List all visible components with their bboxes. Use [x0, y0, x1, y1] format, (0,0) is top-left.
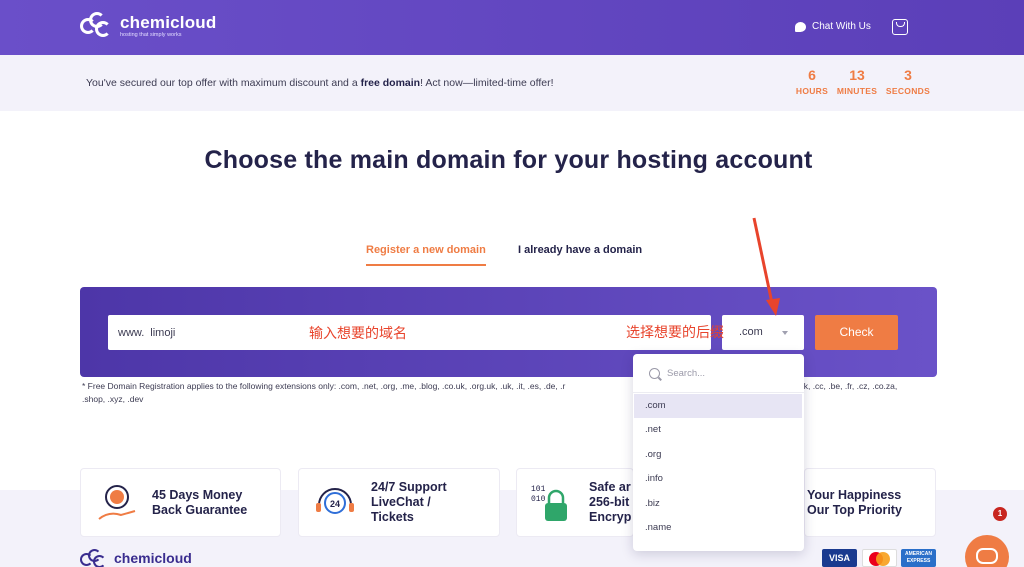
live-chat-button[interactable] [965, 535, 1009, 567]
countdown-hours: 6 HOURS [792, 67, 832, 96]
site-header: chemicloud hosting that simply works Cha… [0, 0, 1024, 55]
chat-bubble-icon [976, 548, 998, 564]
countdown-minutes-value: 13 [849, 67, 865, 83]
chemicloud-logo-icon [80, 549, 108, 567]
tld-selected-value: .com [739, 326, 763, 338]
countdown-seconds: 3 SECONDS [883, 67, 933, 96]
feature-title-line: 24/7 Support [371, 480, 447, 494]
countdown-minutes-unit: MINUTES [836, 86, 878, 96]
tld-option-org[interactable]: .org [634, 443, 802, 467]
check-button[interactable]: Check [815, 315, 898, 350]
countdown-hours-unit: HOURS [795, 86, 829, 96]
chat-with-us-link[interactable]: Chat With Us [795, 21, 871, 32]
tab-register-new-domain[interactable]: Register a new domain [366, 244, 486, 266]
countdown-seconds-value: 3 [904, 67, 912, 83]
chemicloud-logo-icon [80, 12, 114, 40]
chat-label: Chat With Us [812, 21, 871, 32]
disclaimer-line-1-tail: dk, .cc, .be, .fr, .cz, .co.za, [799, 381, 898, 391]
countdown-seconds-unit: SECONDS [885, 86, 931, 96]
promo-text-start: You've secured our top offer with maximu… [86, 77, 361, 89]
domain-input-value: limoji [150, 326, 176, 339]
countdown-hours-value: 6 [808, 67, 816, 83]
feature-money-back-title: 45 Days Money Back Guarantee [152, 488, 247, 518]
feature-title-line: Tickets [371, 510, 414, 524]
www-prefix: www. [118, 326, 145, 339]
tld-dropdown: Search... .com .net .org .info .biz .nam… [633, 354, 804, 551]
cart-icon[interactable] [892, 19, 908, 35]
footer-brand-name: chemicloud [114, 550, 192, 566]
feature-title-line: Our Top Priority [807, 503, 902, 517]
american-express-icon: AMERICAN EXPRESS [901, 549, 936, 567]
free-domain-disclaimer: * Free Domain Registration applies to th… [82, 380, 942, 406]
tld-option-partial[interactable]: . [634, 540, 802, 551]
promo-text-bold: free domain [360, 77, 421, 89]
money-back-icon [98, 485, 136, 520]
chemicloud-logo[interactable]: chemicloud hosting that simply works [80, 12, 216, 40]
feature-card-money-back: 45 Days Money Back Guarantee [80, 468, 281, 537]
support-24-icon: 24 [316, 488, 354, 514]
tld-search-placeholder: Search... [667, 367, 706, 379]
feature-card-happiness: Your Happiness Our Top Priority [804, 468, 936, 537]
mastercard-circles [869, 552, 890, 566]
feature-title-line: Encryp [589, 510, 632, 524]
promo-text-end: ! Act now—limited-time offer! [420, 77, 554, 89]
domain-search-input[interactable]: www. limoji [108, 315, 711, 350]
tld-option-name[interactable]: .name [634, 516, 802, 540]
feature-happiness-title: Your Happiness Our Top Priority [807, 488, 902, 518]
feature-title-line: Back Guarantee [152, 503, 248, 517]
svg-text:101: 101 [531, 485, 546, 494]
brand-tagline: hosting that simply works [120, 31, 182, 38]
tld-search-field[interactable]: Search... [633, 354, 804, 393]
annotation-suffix: 选择想要的后缀 [626, 324, 724, 340]
feature-title-line: 256-bit [589, 495, 630, 509]
tld-option-info[interactable]: .info [634, 467, 802, 491]
search-icon [649, 367, 660, 379]
feature-title-line: 45 Days Money [152, 488, 243, 502]
tab-existing-domain[interactable]: I already have a domain [518, 244, 642, 256]
tld-option-com[interactable]: .com [634, 394, 802, 418]
tld-option-net[interactable]: .net [634, 418, 802, 442]
svg-text:24: 24 [330, 499, 340, 509]
tld-select[interactable]: .com [722, 315, 804, 350]
countdown-minutes: 13 MINUTES [834, 67, 880, 96]
svg-text:010: 010 [531, 495, 546, 504]
page-title: Choose the main domain for your hosting … [204, 146, 813, 174]
tld-option-biz[interactable]: .biz [634, 492, 802, 516]
chat-icon [795, 21, 806, 32]
feature-card-support: 24 24/7 Support LiveChat / Tickets [298, 468, 500, 537]
annotation-domain: 输入想要的域名 [309, 325, 407, 341]
brand-name: chemicloud [120, 12, 217, 32]
promo-text: You've secured our top offer with maximu… [86, 77, 554, 89]
lock-icon: 101 010 [531, 485, 567, 521]
feature-title-line: Your Happiness [807, 488, 902, 502]
visa-icon: VISA [822, 549, 857, 567]
feature-title-line: LiveChat / [371, 495, 431, 509]
chevron-down-icon [782, 331, 788, 335]
footer-logo[interactable]: chemicloud [80, 549, 192, 567]
feature-card-encryption: 101 010 Safe ar 256-bit Encryp [516, 468, 634, 537]
promo-bar: You've secured our top offer with maximu… [0, 55, 1024, 111]
chat-notification-badge: 1 [993, 507, 1007, 521]
disclaimer-line-1: * Free Domain Registration applies to th… [82, 381, 566, 391]
disclaimer-line-2: .shop, .xyz, .dev [82, 394, 144, 404]
feature-title-line: Safe ar [589, 480, 631, 494]
feature-encryption-title: Safe ar 256-bit Encryp [589, 480, 631, 525]
feature-support-title: 24/7 Support LiveChat / Tickets [371, 480, 447, 525]
mastercard-icon [862, 549, 897, 567]
